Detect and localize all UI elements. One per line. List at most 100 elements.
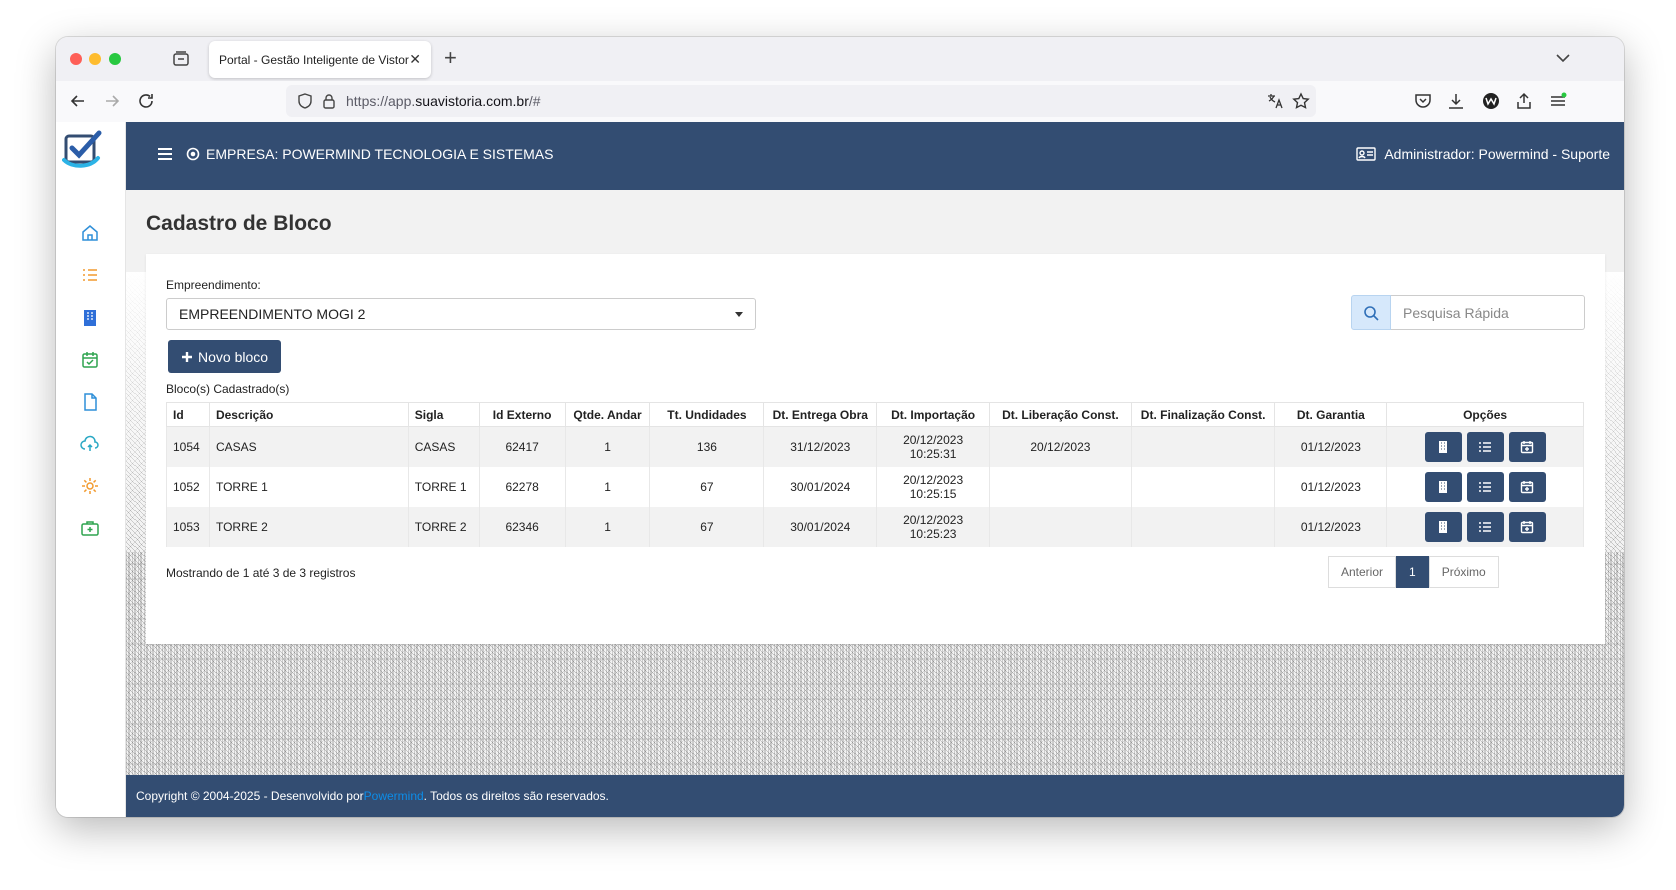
cell-dt-garantia: 01/12/2023: [1274, 466, 1388, 507]
cell-qtde-andar: 1: [564, 426, 651, 467]
footer: Copyright © 2004-2025 - Desenvolvido por…: [126, 775, 1624, 817]
column-header[interactable]: Dt. Entrega Obra: [763, 402, 878, 427]
cell-dt-entrega: 30/01/2024: [763, 466, 878, 507]
settings-icon[interactable]: [80, 476, 100, 496]
footer-brand-link[interactable]: Powermind: [364, 789, 424, 803]
pagination-previous[interactable]: Anterior: [1328, 556, 1397, 588]
url-bar[interactable]: https://app.suavistoria.com.br/#: [286, 85, 1316, 117]
column-header[interactable]: Dt. Importação: [876, 402, 990, 427]
column-header[interactable]: Dt. Finalização Const.: [1130, 402, 1276, 427]
import-time: 10:25:31: [909, 446, 957, 461]
navigation-bar: https://app.suavistoria.com.br/#: [56, 81, 1624, 122]
minimize-window-button[interactable]: [89, 53, 101, 65]
bookmark-star-icon[interactable]: [1292, 92, 1310, 110]
caret-down-icon: [735, 312, 743, 317]
column-header[interactable]: Id Externo: [478, 402, 566, 427]
column-header[interactable]: Descrição: [208, 402, 409, 427]
table-header-row: Id Descrição Sigla Id Externo Qtde. Anda…: [166, 402, 1584, 427]
cell-qtde-andar: 1: [564, 466, 651, 507]
list-icon[interactable]: [80, 265, 100, 285]
forward-arrow-icon[interactable]: [102, 91, 122, 111]
cell-id: 1052: [166, 466, 210, 507]
column-header[interactable]: Dt. Liberação Const.: [989, 402, 1132, 427]
lock-icon[interactable]: [320, 92, 338, 110]
admin-user[interactable]: Administrador: Powermind - Suporte: [1356, 146, 1610, 162]
reload-icon[interactable]: [136, 91, 156, 111]
browser-tab-active[interactable]: Portal - Gestão Inteligente de Vistorias…: [209, 41, 431, 78]
back-arrow-icon[interactable]: [68, 91, 88, 111]
cloud-upload-icon[interactable]: [80, 434, 100, 454]
cell-id-externo: 62278: [478, 466, 566, 507]
company-name: EMPRESA: POWERMIND TECNOLOGIA E SISTEMAS: [206, 146, 554, 162]
search-input[interactable]: [1391, 295, 1585, 330]
calendar-action-button[interactable]: [1508, 511, 1546, 542]
cell-dt-importacao: 20/12/2023 10:25:31: [876, 426, 990, 467]
column-header[interactable]: Tt. Undidades: [649, 402, 765, 427]
shield-icon[interactable]: [296, 92, 314, 110]
cell-options: [1386, 506, 1584, 547]
home-icon[interactable]: [80, 223, 100, 243]
import-time: 10:25:23: [909, 526, 957, 541]
column-header[interactable]: Dt. Garantia: [1274, 402, 1388, 427]
download-icon[interactable]: [1446, 91, 1466, 111]
list-icon: [1479, 481, 1492, 492]
import-date: 20/12/2023: [903, 472, 964, 487]
pagination-page[interactable]: 1: [1396, 556, 1429, 588]
calendar-action-button[interactable]: [1508, 431, 1546, 462]
medical-kit-icon[interactable]: [80, 518, 100, 538]
column-header[interactable]: Sigla: [407, 402, 480, 427]
column-header[interactable]: Id: [166, 402, 210, 427]
table-row: 1052 TORRE 1 TORRE 1 62278 1 67 30/01/20…: [166, 466, 1584, 507]
new-tab-button[interactable]: +: [444, 47, 457, 69]
new-block-label: Novo bloco: [198, 348, 269, 365]
company-label: EMPRESA: POWERMIND TECNOLOGIA E SISTEMAS: [186, 146, 553, 162]
extension-w-icon[interactable]: [1481, 91, 1501, 111]
building-icon[interactable]: [80, 308, 100, 328]
building-action-button[interactable]: [1424, 511, 1462, 542]
cell-sigla: TORRE 1: [407, 466, 480, 507]
calendar-action-button[interactable]: [1508, 471, 1546, 502]
cell-id: 1053: [166, 506, 210, 547]
chevron-down-icon[interactable]: [1554, 49, 1572, 67]
building-icon: [1439, 440, 1448, 453]
maximize-window-button[interactable]: [109, 53, 121, 65]
app-logo[interactable]: [62, 130, 106, 170]
building-action-button[interactable]: [1424, 431, 1462, 462]
new-block-button[interactable]: Novo bloco: [168, 340, 282, 373]
cell-dt-entrega: 31/12/2023: [763, 426, 878, 467]
search-button[interactable]: [1351, 295, 1391, 330]
tab-close-icon[interactable]: ✕: [409, 51, 421, 68]
building-action-button[interactable]: [1424, 471, 1462, 502]
list-action-button[interactable]: [1466, 431, 1504, 462]
hamburger-menu-icon[interactable]: [156, 146, 174, 162]
table-row: 1054 CASAS CASAS 62417 1 136 31/12/2023 …: [166, 426, 1584, 467]
column-header[interactable]: Qtde. Andar: [564, 402, 651, 427]
building-icon: [1439, 520, 1448, 533]
calendar-check-icon[interactable]: [80, 350, 100, 370]
cell-dt-liberacao: [989, 506, 1132, 547]
share-icon[interactable]: [1514, 91, 1534, 111]
table-row: 1053 TORRE 2 TORRE 2 62346 1 67 30/01/20…: [166, 506, 1584, 547]
tab-list-icon[interactable]: [171, 49, 191, 69]
pocket-icon[interactable]: [1413, 91, 1433, 111]
pagination-next[interactable]: Próximo: [1428, 556, 1499, 588]
calendar-plus-icon: [1520, 480, 1534, 493]
empreendimento-select[interactable]: EMPREENDIMENTO MOGI 2: [166, 298, 756, 330]
document-icon[interactable]: [80, 392, 100, 412]
pagination: Anterior 1 Próximo: [1328, 556, 1499, 588]
list-action-button[interactable]: [1466, 471, 1504, 502]
cell-tt-unidades: 67: [649, 466, 765, 507]
translate-icon[interactable]: [1266, 92, 1284, 110]
tab-title: Portal - Gestão Inteligente de Vistorias: [219, 52, 409, 67]
list-icon: [1479, 521, 1492, 532]
list-action-button[interactable]: [1466, 511, 1504, 542]
menu-icon[interactable]: [1548, 91, 1568, 111]
target-icon: [186, 147, 200, 161]
cell-id: 1054: [166, 426, 210, 467]
cell-dt-entrega: 30/01/2024: [763, 506, 878, 547]
calendar-plus-icon: [1520, 520, 1534, 533]
close-window-button[interactable]: [70, 53, 82, 65]
cell-dt-liberacao: 20/12/2023: [989, 426, 1132, 467]
building-icon: [1439, 480, 1448, 493]
url-text: https://app.suavistoria.com.br/#: [346, 93, 541, 109]
